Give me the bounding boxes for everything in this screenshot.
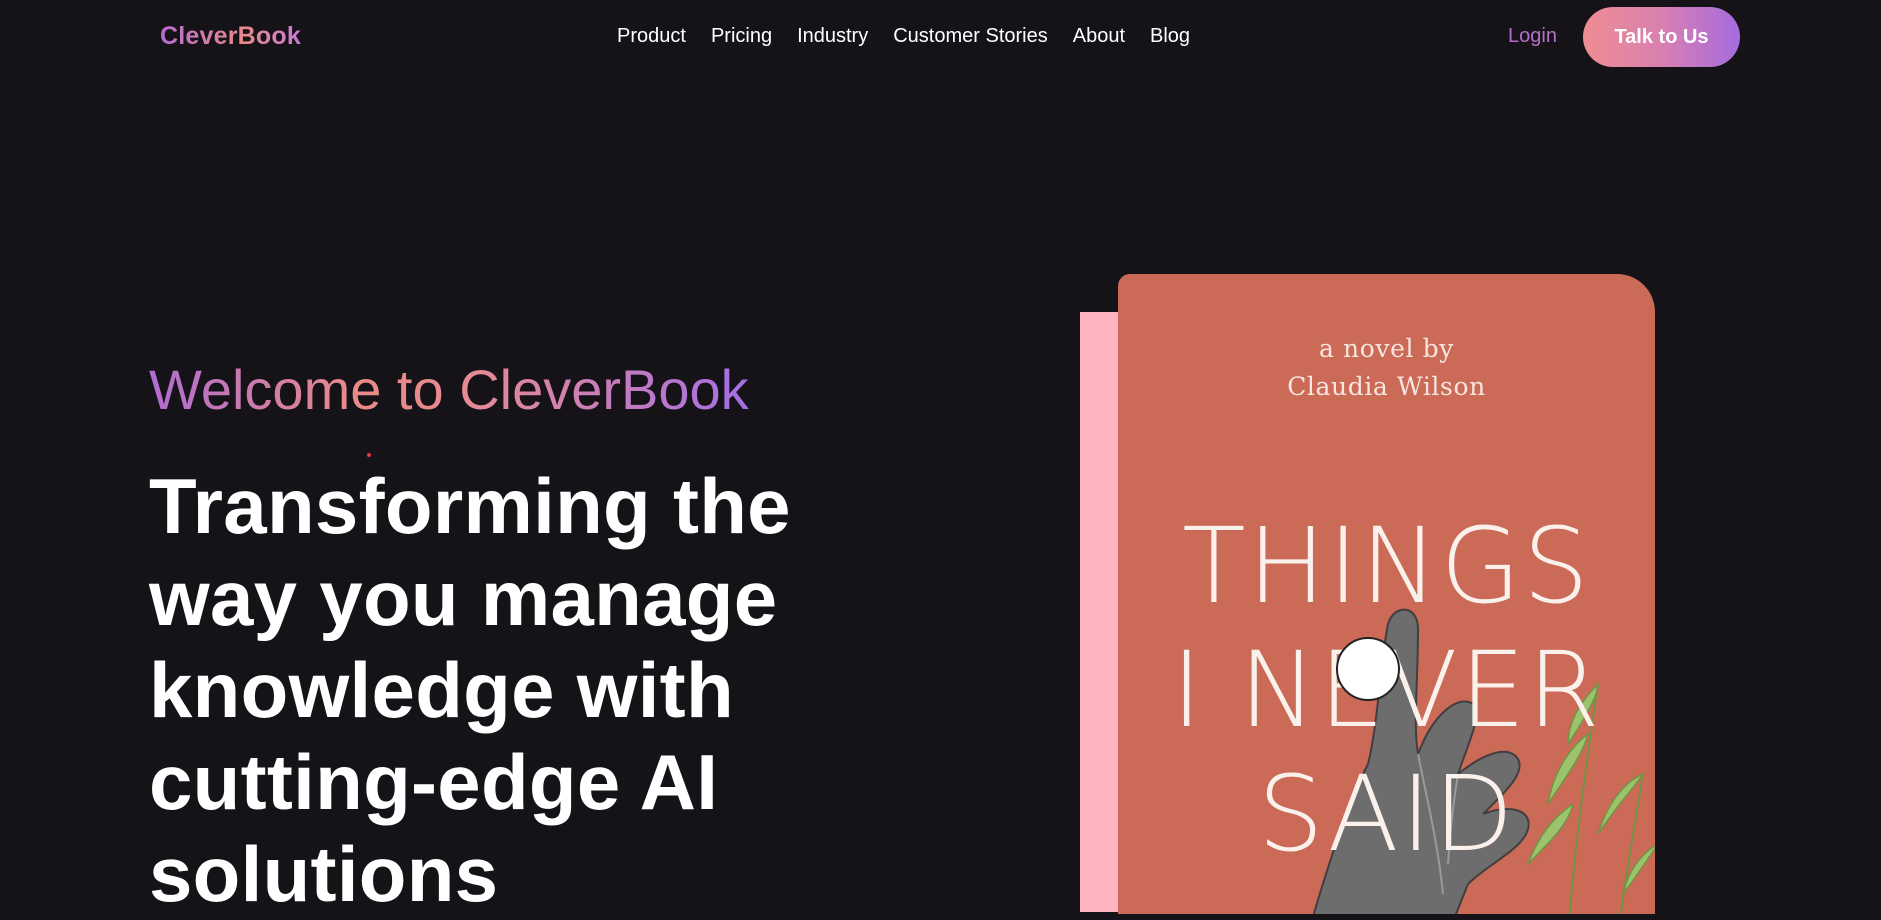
- nav-link-blog[interactable]: Blog: [1150, 25, 1190, 48]
- hero-headline: Transforming the way you manage knowledg…: [149, 462, 791, 918]
- top-navbar: CleverBook Product Pricing Industry Cust…: [0, 0, 1881, 72]
- book-cover-image: a novel by Claudia Wilson THINGS I NEVER…: [1118, 274, 1655, 914]
- book-spine: [1080, 312, 1120, 912]
- cursor-indicator: [1336, 637, 1400, 701]
- book-byline: a novel by Claudia Wilson: [1118, 330, 1655, 406]
- nav-link-product[interactable]: Product: [617, 25, 686, 48]
- book-author: Claudia Wilson: [1287, 372, 1486, 401]
- talk-to-us-button[interactable]: Talk to Us: [1583, 7, 1740, 67]
- login-link[interactable]: Login: [1508, 25, 1557, 48]
- hero-welcome-heading: Welcome to CleverBook: [149, 358, 749, 421]
- nav-link-about[interactable]: About: [1073, 25, 1125, 48]
- book-title-line-1: THINGS: [1182, 505, 1591, 627]
- nav-link-customer-stories[interactable]: Customer Stories: [893, 25, 1048, 48]
- brand-logo[interactable]: CleverBook: [160, 22, 301, 51]
- nav-link-pricing[interactable]: Pricing: [711, 25, 772, 48]
- decorative-dot: [367, 453, 371, 457]
- book-byline-line-1: a novel by: [1319, 334, 1454, 363]
- book-title-line-3: SAID: [1257, 753, 1516, 875]
- main-nav: Product Pricing Industry Customer Storie…: [617, 25, 1215, 48]
- nav-link-industry[interactable]: Industry: [797, 25, 868, 48]
